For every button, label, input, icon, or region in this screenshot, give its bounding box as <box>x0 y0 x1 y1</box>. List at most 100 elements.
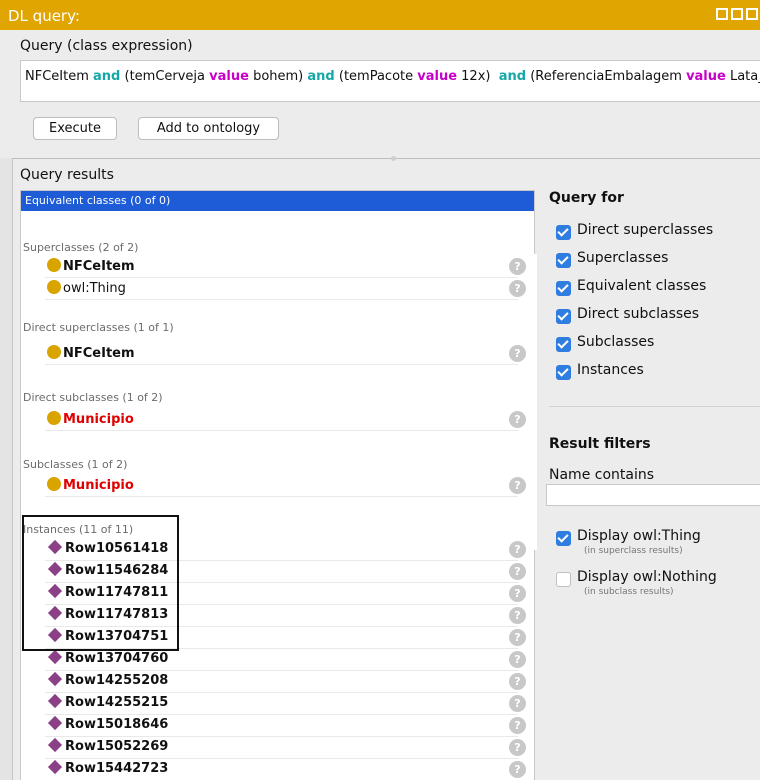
explain-icon[interactable]: ? <box>509 411 526 428</box>
explain-icon[interactable]: ? <box>509 477 526 494</box>
equivalent-classes-header[interactable]: Equivalent classes (0 of 0) <box>21 191 534 211</box>
display-owl-nothing-checkbox[interactable] <box>556 572 571 587</box>
minimize-icon[interactable] <box>731 8 743 20</box>
explain-icon[interactable]: ? <box>509 280 526 297</box>
maximize-icon[interactable] <box>746 8 758 20</box>
query-for-checkbox[interactable] <box>556 337 571 352</box>
results-scrollbar[interactable] <box>533 254 537 550</box>
class-entity[interactable]: Municipio <box>47 477 134 493</box>
instance-row[interactable]: Row11747811? <box>21 583 534 605</box>
display-owl-thing-checkbox[interactable] <box>556 531 571 546</box>
explain-icon[interactable]: ? <box>509 563 526 580</box>
individual-entity[interactable]: Row11747813 <box>47 605 169 622</box>
result-row[interactable]: NFCeItem? <box>21 256 534 278</box>
execute-button[interactable]: Execute <box>33 117 117 140</box>
individual-entity[interactable]: Row15442723 <box>47 759 168 776</box>
individual-icon <box>47 605 63 621</box>
result-row[interactable]: NFCeItem? <box>21 343 534 365</box>
entity-name: Row14255208 <box>65 673 169 688</box>
row-underline <box>45 430 518 431</box>
query-for-checkbox[interactable] <box>556 309 571 324</box>
explain-icon[interactable]: ? <box>509 761 526 778</box>
individual-entity[interactable]: Row15052269 <box>47 737 169 754</box>
query-token: value <box>686 69 726 84</box>
entity-name: Row13704751 <box>65 629 169 644</box>
query-for-checkbox[interactable] <box>556 253 571 268</box>
instance-row[interactable]: Row11546284? <box>21 561 534 583</box>
query-token: 12x) <box>457 69 499 84</box>
individual-entity[interactable]: Row15018646 <box>47 715 168 732</box>
individual-icon <box>47 759 63 775</box>
entity-name: Row14255215 <box>65 695 169 710</box>
query-for-option-label[interactable]: Superclasses <box>577 250 668 266</box>
window-controls <box>716 8 758 20</box>
instance-row[interactable]: Row15442723? <box>21 759 534 780</box>
class-entity[interactable]: Municipio <box>47 411 134 427</box>
instance-row[interactable]: Row15018646? <box>21 715 534 737</box>
row-underline <box>45 496 518 497</box>
display-owl-nothing-label[interactable]: Display owl:Nothing <box>577 569 717 585</box>
explain-icon[interactable]: ? <box>509 629 526 646</box>
individual-icon <box>47 693 63 709</box>
instance-row[interactable]: Row10561418? <box>21 539 534 561</box>
class-entity[interactable]: NFCeItem <box>47 258 135 274</box>
entity-name: Row13704760 <box>65 651 169 666</box>
explain-icon[interactable]: ? <box>509 717 526 734</box>
query-for-checkbox[interactable] <box>556 281 571 296</box>
query-for-checkbox[interactable] <box>556 365 571 380</box>
query-expression-editor[interactable]: NFCeItem and (temCerveja value bohem) an… <box>20 60 760 102</box>
result-row[interactable]: Municipio? <box>21 409 534 431</box>
query-for-option-label[interactable]: Direct superclasses <box>577 222 713 238</box>
split-divider[interactable] <box>12 158 760 159</box>
instance-row[interactable]: Row13704760? <box>21 649 534 671</box>
instance-row[interactable]: Row11747813? <box>21 605 534 627</box>
query-results-panel[interactable]: Equivalent classes (0 of 0) Superclasses… <box>20 190 535 780</box>
instance-row[interactable]: Row15052269? <box>21 737 534 759</box>
entity-name: Row11747811 <box>65 585 169 600</box>
entity-name: Row11747813 <box>65 607 169 622</box>
explain-icon[interactable]: ? <box>509 345 526 362</box>
section-title-direct-subclasses: Direct subclasses (1 of 2) <box>23 391 163 404</box>
instance-row[interactable]: Row14255215? <box>21 693 534 715</box>
individual-entity[interactable]: Row13704751 <box>47 627 169 644</box>
query-token: and <box>307 69 335 84</box>
query-for-option-label[interactable]: Subclasses <box>577 334 654 350</box>
explain-icon[interactable]: ? <box>509 673 526 690</box>
class-entity[interactable]: NFCeItem <box>47 345 135 361</box>
explain-icon[interactable]: ? <box>509 258 526 275</box>
query-token: and <box>93 69 121 84</box>
query-for-option-label[interactable]: Equivalent classes <box>577 278 706 294</box>
individual-entity[interactable]: Row14255208 <box>47 671 169 688</box>
individual-entity[interactable]: Row10561418 <box>47 539 169 556</box>
name-contains-input[interactable] <box>546 484 760 506</box>
divider-grip-icon[interactable] <box>391 156 396 161</box>
explain-icon[interactable]: ? <box>509 695 526 712</box>
query-for-option-label[interactable]: Direct subclasses <box>577 306 699 322</box>
result-row[interactable]: Municipio? <box>21 475 534 497</box>
explain-icon[interactable]: ? <box>509 585 526 602</box>
instance-row[interactable]: Row14255208? <box>21 671 534 693</box>
individual-entity[interactable]: Row11747811 <box>47 583 169 600</box>
entity-name: Row10561418 <box>65 541 169 556</box>
explain-icon[interactable]: ? <box>509 651 526 668</box>
individual-entity[interactable]: Row13704760 <box>47 649 169 666</box>
query-for-checkbox[interactable] <box>556 225 571 240</box>
class-entity[interactable]: owl:Thing <box>47 280 126 296</box>
individual-entity[interactable]: Row14255215 <box>47 693 169 710</box>
explain-icon[interactable]: ? <box>509 541 526 558</box>
display-owl-thing-label[interactable]: Display owl:Thing <box>577 528 701 544</box>
instance-row[interactable]: Row13704751? <box>21 627 534 649</box>
query-for-option-label[interactable]: Instances <box>577 362 644 378</box>
individual-icon <box>47 539 63 555</box>
row-underline <box>45 299 518 300</box>
result-row[interactable]: owl:Thing? <box>21 278 534 300</box>
explain-icon[interactable]: ? <box>509 607 526 624</box>
explain-icon[interactable]: ? <box>509 739 526 756</box>
entity-name: Municipio <box>63 412 134 427</box>
entity-name: Row15052269 <box>65 739 169 754</box>
add-to-ontology-button[interactable]: Add to ontology <box>138 117 279 140</box>
entity-name: Row11546284 <box>65 563 169 578</box>
split-view-icon[interactable] <box>716 8 728 20</box>
query-token: NFCeItem <box>25 69 94 84</box>
individual-entity[interactable]: Row11546284 <box>47 561 169 578</box>
